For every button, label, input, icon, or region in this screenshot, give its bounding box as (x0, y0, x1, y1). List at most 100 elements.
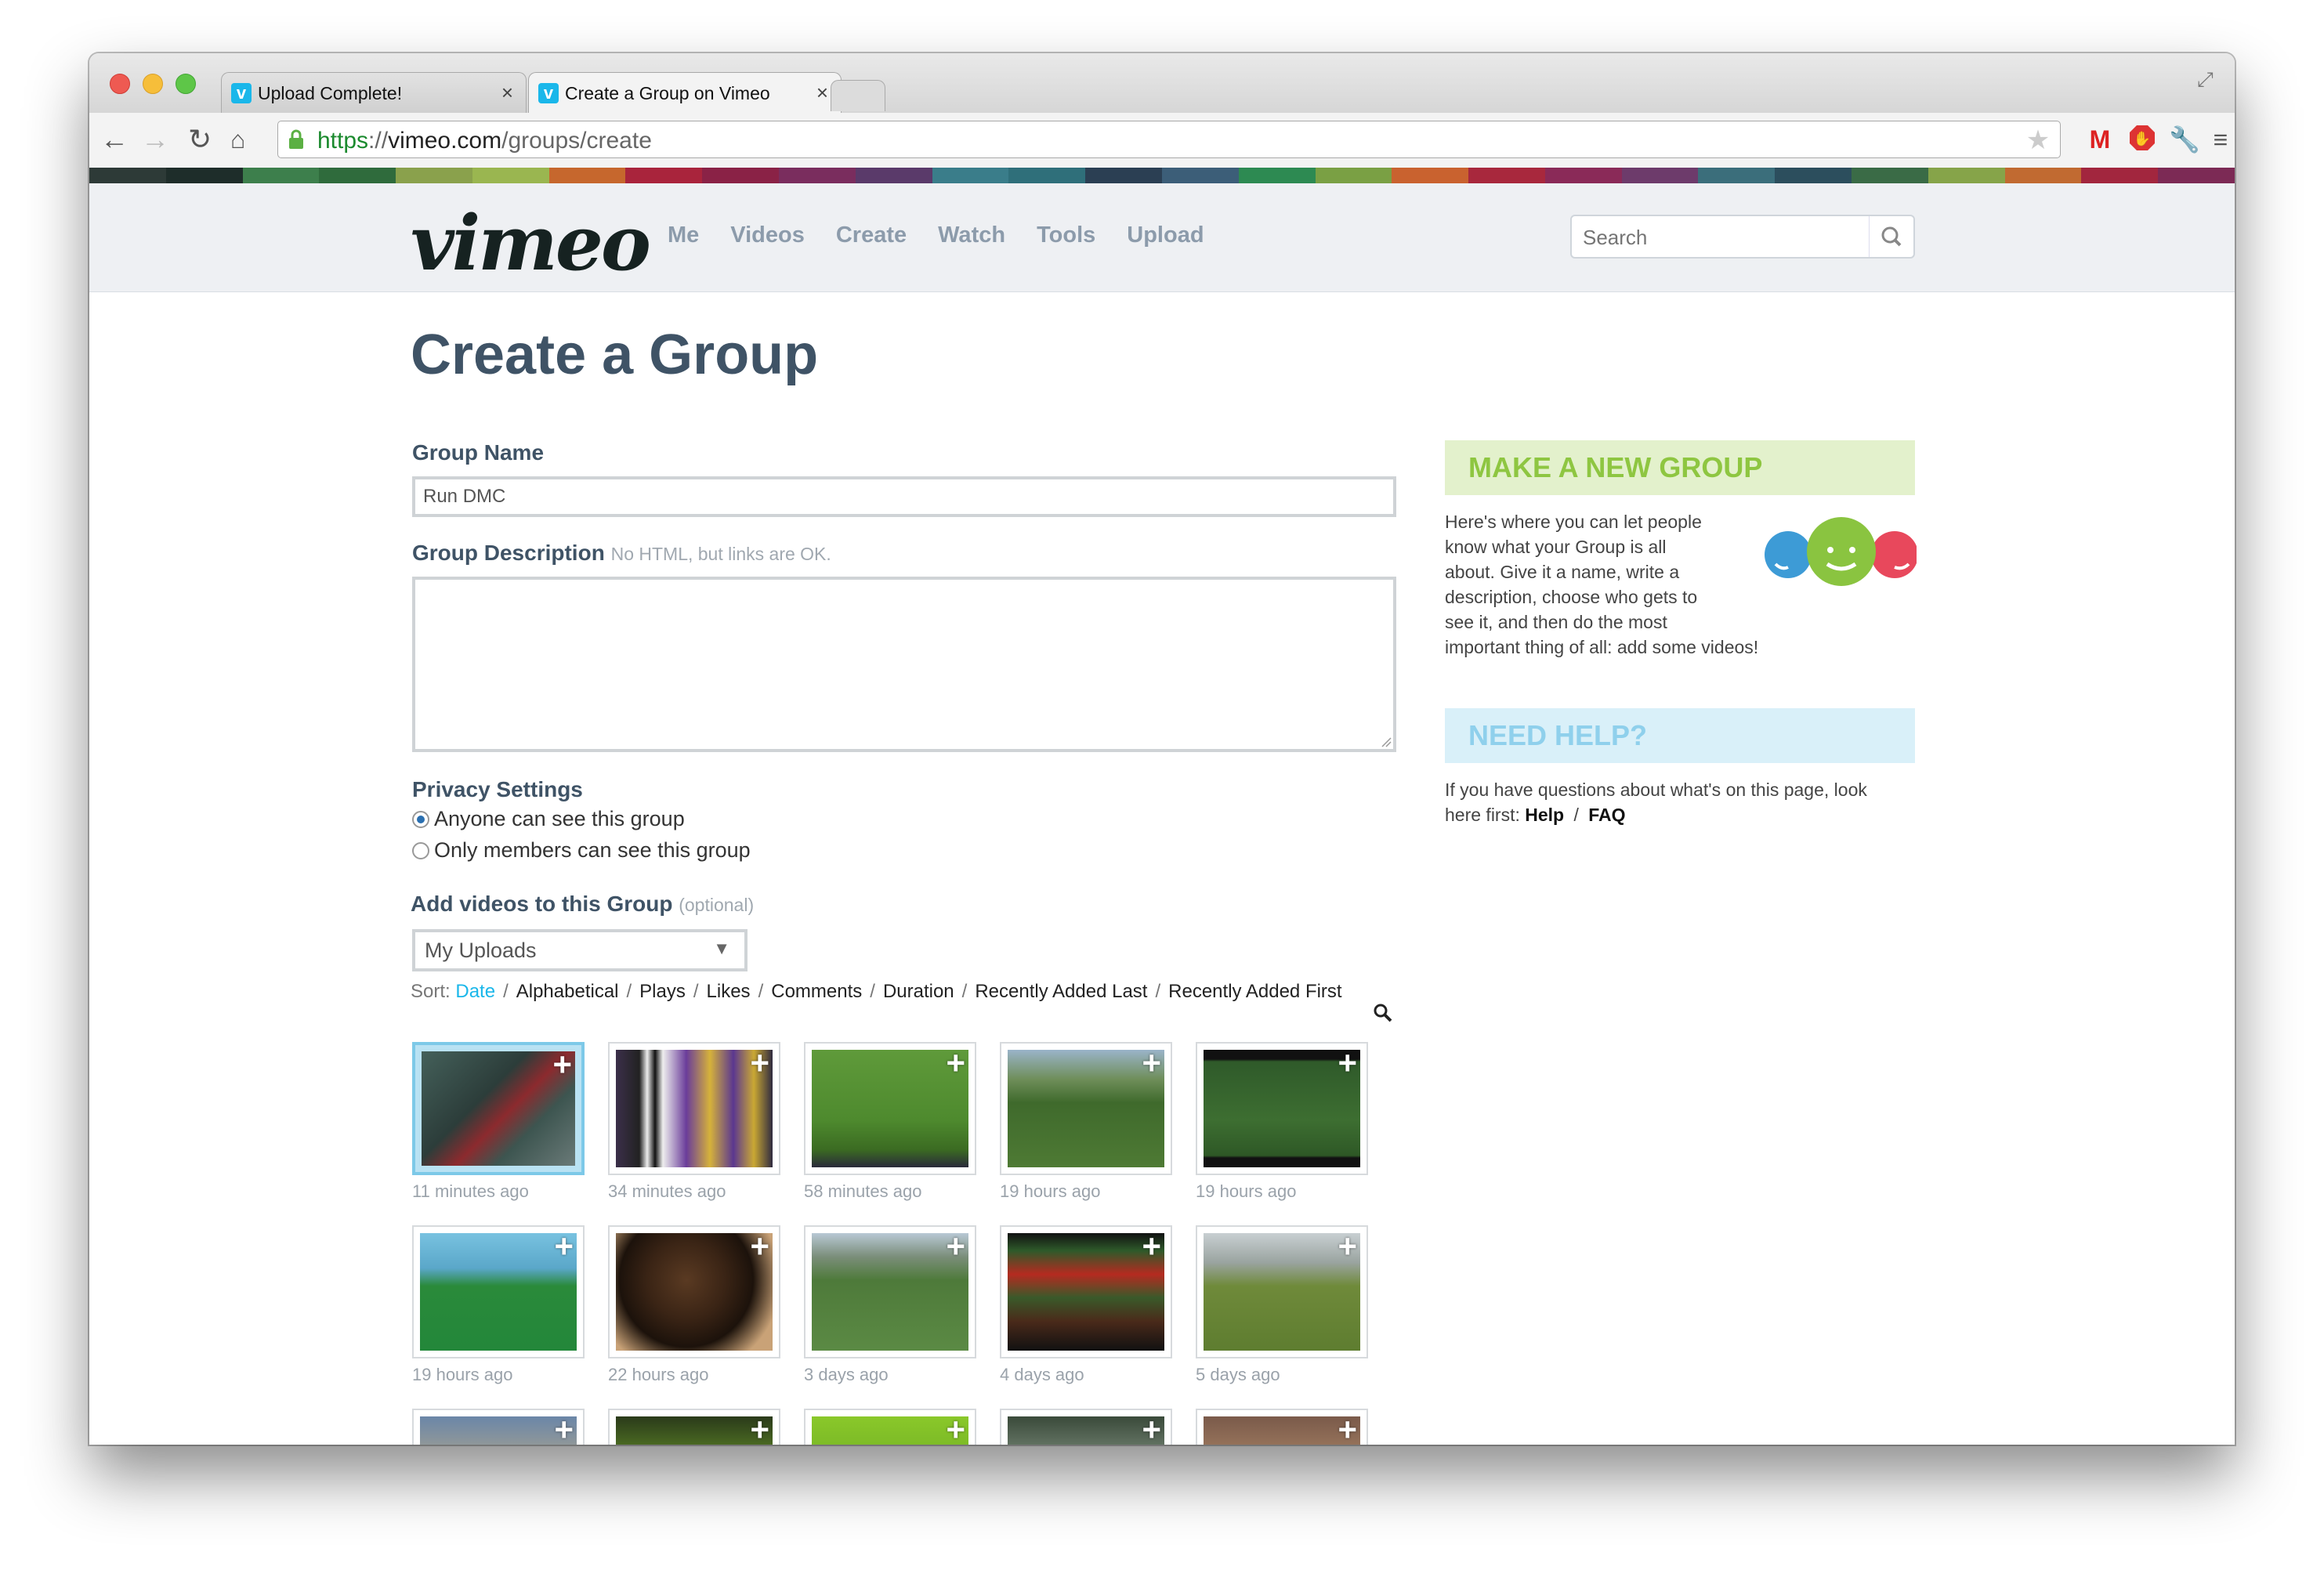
new-tab-button[interactable] (831, 80, 885, 111)
search-input[interactable] (1581, 222, 1866, 252)
add-video-icon[interactable]: + (946, 1230, 965, 1263)
add-videos-title: Add videos to this Group (411, 892, 673, 916)
video-thumb[interactable]: + (412, 1409, 585, 1445)
tab-create-group[interactable]: v Create a Group on Vimeo × (528, 72, 842, 113)
sort-alphabetical[interactable]: Alphabetical (516, 981, 619, 1002)
help-link[interactable]: Help (1525, 805, 1564, 825)
add-video-icon[interactable]: + (750, 1047, 769, 1080)
add-video-icon[interactable]: + (750, 1230, 769, 1263)
sort-comments[interactable]: Comments (771, 981, 862, 1002)
video-thumb[interactable]: + (804, 1225, 976, 1358)
group-description-title: Group Description (412, 541, 605, 565)
privacy-option-anyone[interactable]: Anyone can see this group (412, 807, 685, 831)
bookmark-star-icon[interactable]: ★ (2024, 126, 2052, 154)
adblock-icon[interactable]: ✋ (2127, 124, 2158, 155)
top-nav: Me Videos Create Watch Tools Upload (668, 222, 1204, 248)
back-icon[interactable]: ← (100, 124, 129, 155)
add-video-icon[interactable]: + (946, 1047, 965, 1080)
sort-duration[interactable]: Duration (883, 981, 954, 1002)
video-source-value: My Uploads (425, 939, 537, 962)
add-video-icon[interactable]: + (1142, 1047, 1161, 1080)
sort-likes[interactable]: Likes (707, 981, 751, 1002)
gmail-icon[interactable]: M (2084, 124, 2116, 155)
sort-date[interactable]: Date (455, 981, 495, 1002)
video-thumbnail-image (616, 1233, 773, 1351)
address-bar[interactable]: https://vimeo.com/groups/create ★ (277, 121, 2061, 158)
video-source-select[interactable]: My Uploads ▼ (412, 929, 748, 971)
video-thumb[interactable]: + (1196, 1225, 1368, 1358)
nav-watch[interactable]: Watch (938, 222, 1005, 248)
stripe-segment (1085, 168, 1162, 183)
nav-create[interactable]: Create (836, 222, 907, 248)
video-thumb[interactable]: + (1000, 1042, 1172, 1175)
add-video-icon[interactable]: + (554, 1230, 574, 1263)
stripe-segment (779, 168, 856, 183)
radio-anyone[interactable] (412, 810, 429, 828)
search-icon[interactable] (1869, 216, 1913, 257)
resize-handle-icon[interactable] (1381, 736, 1392, 747)
video-thumb[interactable]: + (1196, 1042, 1368, 1175)
video-time: 19 hours ago (1196, 1181, 1297, 1201)
video-thumb[interactable]: + (1196, 1409, 1368, 1445)
stripe-segment (1775, 168, 1852, 183)
add-video-icon[interactable]: + (552, 1048, 572, 1081)
video-thumb[interactable]: + (412, 1042, 585, 1175)
video-thumb[interactable]: + (1000, 1409, 1172, 1445)
nav-videos[interactable]: Videos (730, 222, 805, 248)
stripe-segment (1468, 168, 1545, 183)
minimize-window-button[interactable] (143, 74, 163, 94)
nav-upload[interactable]: Upload (1127, 222, 1204, 248)
video-thumb[interactable]: + (804, 1409, 976, 1445)
wrench-icon[interactable]: 🔧 (2169, 124, 2200, 155)
page-title: Create a Group (411, 324, 819, 386)
zoom-window-button[interactable] (176, 74, 196, 94)
make-group-text: Here's where you can let people know wha… (1445, 512, 1759, 657)
video-thumb[interactable]: + (608, 1225, 780, 1358)
tab-upload-complete[interactable]: v Upload Complete! × (221, 72, 527, 113)
nav-tools[interactable]: Tools (1037, 222, 1095, 248)
add-videos-hint: (optional) (679, 895, 755, 915)
video-thumb[interactable]: + (1000, 1225, 1172, 1358)
add-video-icon[interactable]: + (946, 1413, 965, 1445)
stripe-segment (1238, 168, 1316, 183)
video-search-icon[interactable] (1373, 1003, 1393, 1023)
tab-close-icon[interactable]: × (816, 81, 828, 105)
add-video-icon[interactable]: + (1338, 1230, 1357, 1263)
add-video-icon[interactable]: + (1142, 1413, 1161, 1445)
add-video-icon[interactable]: + (1338, 1413, 1357, 1445)
video-thumb[interactable]: + (608, 1042, 780, 1175)
video-thumb[interactable]: + (412, 1225, 585, 1358)
video-thumb[interactable]: + (608, 1409, 780, 1445)
sort-recently-added-first[interactable]: Recently Added First (1168, 981, 1341, 1002)
tab-title: Upload Complete! (258, 83, 403, 103)
lock-icon (289, 129, 303, 149)
fullscreen-icon[interactable]: ⤢ (2197, 67, 2221, 91)
group-description-textarea[interactable] (412, 577, 1396, 752)
stripe-segment (319, 168, 396, 183)
video-thumbnail-image (1008, 1416, 1164, 1445)
sort-plays[interactable]: Plays (639, 981, 686, 1002)
nav-me[interactable]: Me (668, 222, 699, 248)
vimeo-logo[interactable]: vimeo (411, 199, 651, 288)
stripe-segment (2158, 168, 2235, 183)
need-help-heading: NEED HELP? (1445, 708, 1915, 763)
video-thumbnail-image (812, 1233, 968, 1351)
add-video-icon[interactable]: + (750, 1413, 769, 1445)
forward-icon[interactable]: → (141, 124, 169, 155)
video-thumb[interactable]: + (804, 1042, 976, 1175)
group-name-input[interactable] (412, 476, 1396, 517)
tab-strip: v Upload Complete! × v Create a Group on… (89, 53, 2235, 113)
radio-members[interactable] (412, 841, 429, 859)
add-video-icon[interactable]: + (1142, 1230, 1161, 1263)
add-video-icon[interactable]: + (554, 1413, 574, 1445)
close-window-button[interactable] (110, 74, 130, 94)
video-time: 22 hours ago (608, 1365, 709, 1384)
reload-icon[interactable]: ↻ (188, 124, 212, 155)
home-icon[interactable]: ⌂ (230, 124, 245, 155)
sort-recently-added-last[interactable]: Recently Added Last (975, 981, 1147, 1002)
privacy-option-members[interactable]: Only members can see this group (412, 838, 751, 863)
menu-icon[interactable]: ≡ (2205, 124, 2235, 155)
faq-link[interactable]: FAQ (1588, 805, 1625, 825)
add-video-icon[interactable]: + (1338, 1047, 1357, 1080)
tab-close-icon[interactable]: × (501, 81, 513, 105)
